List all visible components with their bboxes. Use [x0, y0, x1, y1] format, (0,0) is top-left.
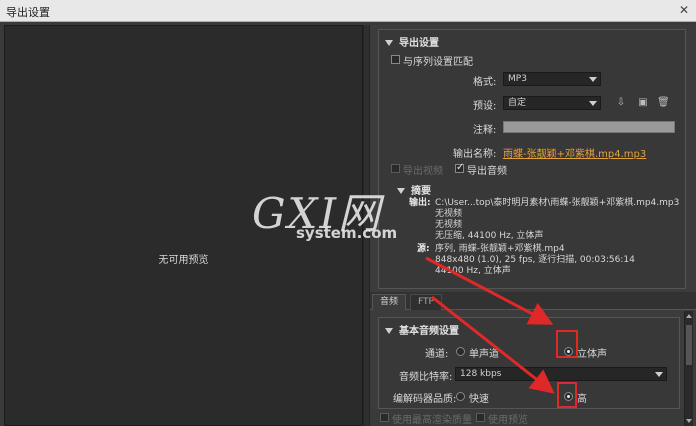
mono-radio[interactable]: [456, 347, 465, 356]
settings-pane: 导出设置 与序列设置匹配 格式: MP3 预设: 自定 ⇩ ▣ 🗑 注释: 输出…: [370, 25, 696, 426]
summary-output-line: 无视频: [435, 209, 463, 219]
summary-source-line: 44100 Hz, 立体声: [435, 266, 511, 276]
scroll-thumb[interactable]: [686, 325, 692, 365]
quality-fast-radio[interactable]: [456, 392, 465, 401]
summary-output-line: 无压缩, 44100 Hz, 立体声: [435, 231, 544, 241]
render-options-strip: 使用最高渲染质量 使用预览: [370, 409, 684, 426]
collapse-triangle-icon[interactable]: [385, 40, 393, 46]
delete-preset-icon[interactable]: 🗑: [657, 97, 670, 109]
title-bar: 导出设置 ✕: [0, 0, 696, 22]
scroll-down-icon[interactable]: [686, 419, 692, 423]
bitrate-dropdown[interactable]: 128 kbps: [455, 367, 667, 381]
summary-output-line: 无视频: [435, 220, 463, 230]
audio-settings-panel: 基本音频设置 通道: 单声道 立体声 音频比特率: 128 kbps 编解码器品…: [378, 317, 680, 409]
bitrate-label: 音频比特率:: [399, 372, 453, 383]
annotation-box-stereo: [556, 330, 578, 358]
stereo-label: 立体声: [577, 349, 607, 360]
save-preset-icon[interactable]: ⇩: [615, 97, 627, 109]
chevron-down-icon: [589, 101, 597, 106]
match-sequence-checkbox[interactable]: [391, 55, 400, 64]
summary-output-label: 输出:: [409, 198, 431, 208]
preset-dropdown[interactable]: 自定: [503, 96, 601, 110]
export-audio-checkbox[interactable]: [455, 162, 464, 173]
export-video-label: 导出视频: [403, 166, 443, 177]
settings-scrollbar[interactable]: [684, 311, 693, 426]
export-video-checkbox[interactable]: [391, 164, 400, 173]
site-watermark: GXI网 system.com: [252, 180, 412, 250]
summary-output-path: C:\User...top\泰时明月素材\雨蝶-张靓颖+邓紫棋.mp4.mp3: [435, 198, 680, 208]
chevron-down-icon: [655, 372, 663, 377]
summary-source-label: 源:: [417, 244, 430, 254]
preset-label: 预设:: [473, 101, 497, 112]
comments-input[interactable]: [503, 121, 675, 133]
window-title: 导出设置: [6, 6, 50, 19]
watermark-domain-text: system.com: [296, 224, 398, 242]
channels-label: 通道:: [425, 349, 449, 360]
max-render-quality-checkbox[interactable]: [380, 413, 389, 422]
summary-source-line: 848x480 (1.0), 25 fps, 逐行扫描, 00:03:56:14: [435, 255, 635, 265]
summary-title: 摘要: [411, 186, 431, 197]
summary-source-line: 序列, 雨蝶-张靓颖+邓紫棋.mp4: [435, 244, 565, 254]
quality-fast-label: 快速: [469, 394, 489, 405]
max-render-quality-label: 使用最高渲染质量: [392, 415, 472, 426]
format-label: 格式:: [473, 77, 497, 88]
chevron-down-icon: [589, 77, 597, 82]
scroll-up-icon[interactable]: [686, 314, 692, 318]
settings-tabs: 音频 FTP: [370, 292, 696, 310]
export-audio-label: 导出音频: [467, 166, 507, 177]
basic-audio-title: 基本音频设置: [399, 326, 459, 337]
preset-value: 自定: [508, 98, 527, 108]
collapse-triangle-icon[interactable]: [385, 328, 393, 334]
annotation-box-quality-high: [557, 382, 577, 408]
basic-audio-header[interactable]: 基本音频设置: [385, 322, 459, 337]
tab-audio[interactable]: 音频: [372, 294, 407, 310]
bitrate-value: 128 kbps: [460, 369, 502, 379]
export-settings-header[interactable]: 导出设置: [385, 34, 439, 49]
import-preset-icon[interactable]: ▣: [637, 97, 649, 109]
mono-label: 单声道: [469, 349, 499, 360]
no-preview-label: 无可用预览: [158, 255, 209, 266]
use-preview-checkbox[interactable]: [476, 413, 485, 422]
output-name-label: 输出名称:: [453, 149, 497, 160]
use-preview-label: 使用预览: [488, 415, 528, 426]
export-settings-panel: 导出设置 与序列设置匹配 格式: MP3 预设: 自定 ⇩ ▣ 🗑 注释: 输出…: [378, 29, 686, 289]
output-name-link[interactable]: 雨蝶-张靓颖+邓紫棋.mp4.mp3: [503, 145, 646, 160]
comments-label: 注释:: [473, 125, 497, 136]
format-dropdown[interactable]: MP3: [503, 72, 601, 86]
close-icon[interactable]: ✕: [676, 3, 692, 18]
format-value: MP3: [508, 74, 527, 84]
tab-ftp[interactable]: FTP: [410, 294, 442, 310]
match-sequence-label: 与序列设置匹配: [403, 57, 473, 68]
quality-label: 编解码器品质:: [393, 394, 457, 405]
quality-high-label: 高: [577, 394, 587, 405]
export-settings-title: 导出设置: [399, 38, 439, 49]
